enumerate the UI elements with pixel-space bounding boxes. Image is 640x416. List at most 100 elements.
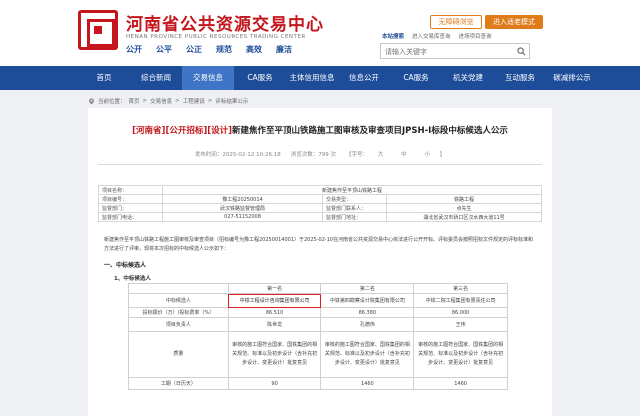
view-count: 浏览次数：799 次 xyxy=(290,152,337,158)
font-size-end: 】 xyxy=(439,152,446,158)
candidate-table: 第一名 第二名 第三名 中标候选人 中铁工程设计咨询集团有限公司 中铁第四勘察设… xyxy=(128,283,508,390)
font-size-switch: 【字号： 大 中 小 】 xyxy=(346,150,445,158)
search-box xyxy=(380,43,530,59)
breadcrumb: 当前位置： 首页 > 交易信息 > 工程建设 > 评标结果公示 xyxy=(88,97,248,105)
search-tab-project[interactable]: 进场项目查询 xyxy=(459,32,492,40)
breadcrumb-sep: > xyxy=(207,98,213,104)
period-3: 1460 xyxy=(413,377,508,390)
nav-party-building[interactable]: 机关党建 xyxy=(442,66,494,90)
nav-trade-info[interactable]: 交易信息 xyxy=(182,66,234,90)
phone-label: 监督部门电话： xyxy=(98,212,163,222)
article-meta: 发布时间：2025-02-12 10:26:18 浏览次数：799 次 【字号：… xyxy=(88,150,552,158)
leader-3: 王伟 xyxy=(413,317,508,332)
candidate-name-label: 中标候选人 xyxy=(128,293,229,308)
candidate-name-3: 中铁二院工程集团有限责任公司 xyxy=(413,293,508,308)
font-size-large[interactable]: 大 xyxy=(378,152,384,158)
search-icon[interactable] xyxy=(517,47,526,56)
slogan-item: 公开 xyxy=(126,45,142,54)
breadcrumb-sep: > xyxy=(142,98,148,104)
breadcrumb-home[interactable]: 首页 xyxy=(129,97,140,105)
candidate-name-1: 中铁工程设计咨询集团有限公司 xyxy=(227,293,322,308)
slogan-item: 公正 xyxy=(186,45,202,54)
elderly-mode-button[interactable]: 进入适老模式 xyxy=(485,15,543,29)
title-text: 新建焦作至平顶山铁路施工图审核及审查项目JPSH-Ⅰ标段中标候选人公示 xyxy=(232,126,508,136)
price-3: 86.000 xyxy=(413,307,508,318)
slogan-item: 廉洁 xyxy=(276,45,292,54)
font-size-small[interactable]: 小 xyxy=(424,152,430,158)
price-label: 投标报价（万）/投标费率（%） xyxy=(128,307,229,318)
quality-label: 质量 xyxy=(128,331,229,378)
breadcrumb-engineering[interactable]: 工程建设 xyxy=(183,97,205,105)
site-title: 河南省公共资源交易中心 xyxy=(126,15,324,35)
site-slogan: 公开 公平 公正 规范 高效 廉洁 xyxy=(126,44,292,55)
nav-credit-info[interactable]: 主体信用信息 xyxy=(286,66,338,90)
period-2: 1460 xyxy=(320,377,415,390)
phone-value: 027-51152008 xyxy=(162,212,323,222)
font-size-label: 【字号： xyxy=(346,152,369,158)
site-logo-icon[interactable] xyxy=(78,10,118,50)
candidate-name-2: 中铁第四勘察设计院集团有限公司 xyxy=(320,293,415,308)
rank-3: 第三名 xyxy=(413,283,508,294)
addr-label: 监督部门地址： xyxy=(322,212,387,222)
site-header: 河南省公共资源交易中心 HENAN PROVINCE PUBLIC RESOUR… xyxy=(0,0,640,66)
announcement-text: 新建焦作至平顶山铁路工程施工图审核及审查项目（招标编号为豫工程202500140… xyxy=(104,237,534,252)
period-label: 工期（日历天） xyxy=(128,377,229,390)
contact-label: 监督部门联系人： xyxy=(322,203,387,213)
search-tab-trade-library[interactable]: 进入交易库查询 xyxy=(412,32,451,40)
project-name-value: 新建焦作至平顶山铁路工程 xyxy=(162,185,542,195)
title-divider xyxy=(98,164,542,165)
breadcrumb-sep: > xyxy=(175,98,180,104)
price-2: 86.380 xyxy=(320,307,415,318)
slogan-item: 公平 xyxy=(156,45,172,54)
article-title: [河南省][公开招标][设计]新建焦作至平顶山铁路施工图审核及审查项目JPSH-… xyxy=(88,124,552,136)
main-nav: 首页 综合新闻 交易信息 CA服务 主体信用信息 信息公开 CA服务 机关党建 … xyxy=(0,66,640,90)
leader-label: 项目负责人 xyxy=(128,317,229,332)
section-heading: 一、中标候选人 xyxy=(104,262,147,269)
rank-1: 第一名 xyxy=(227,283,322,294)
trade-type-label: 交易类型： xyxy=(322,194,387,204)
search-tab-site[interactable]: 本站搜索 xyxy=(382,32,404,40)
article-panel: [河南省][公开招标][设计]新建焦作至平顶山铁路施工图审核及审查项目JPSH-… xyxy=(88,108,552,416)
contact-value: 点先生 xyxy=(386,203,542,213)
quality-3: 审核的施工图符合国家、国铁集团的相关规范、标准以及初步设计（含补充初步设计、变更… xyxy=(413,331,508,378)
nav-news[interactable]: 综合新闻 xyxy=(130,66,182,90)
slogan-item: 规范 xyxy=(216,45,232,54)
location-icon xyxy=(89,97,94,105)
period-1: 90 xyxy=(227,377,322,390)
title-tag-region: [河南省] xyxy=(132,126,166,136)
accessible-browse-button[interactable]: 无障碍浏览 xyxy=(430,15,482,29)
quality-1: 审核的施工图符合国家、国铁集团的相关规范、标准以及初步设计（含补充初步设计、变更… xyxy=(227,331,322,378)
font-size-medium[interactable]: 中 xyxy=(401,152,407,158)
breadcrumb-result[interactable]: 评标结果公示 xyxy=(215,97,248,105)
sub-section-heading: 1、中标候选人 xyxy=(114,276,151,282)
publish-date: 发布时间：2025-02-12 10:26:18 xyxy=(194,152,281,158)
nav-info-public[interactable]: 信息公开 xyxy=(338,66,390,90)
quality-2: 审核的施工图符合国家、国铁集团的相关规范、标准以及初步设计（含补充初步设计、变更… xyxy=(320,331,415,378)
title-tag-method: [公开招标] xyxy=(165,126,208,136)
breadcrumb-trade-info[interactable]: 交易信息 xyxy=(150,97,172,105)
project-no-label: 项目编号： xyxy=(98,194,163,204)
title-tag-type: [设计] xyxy=(207,126,232,136)
rank-label xyxy=(128,283,229,294)
project-name-label: 项目名称： xyxy=(98,185,163,195)
trade-type-value: 铁路工程 xyxy=(386,194,542,204)
project-no-value: 豫工程20250014 xyxy=(162,194,323,204)
project-info-table: 项目名称： 新建焦作至平顶山铁路工程 项目编号： 豫工程20250014 交易类… xyxy=(98,185,542,222)
nav-home[interactable]: 首页 xyxy=(78,66,130,90)
nav-ca-service-2[interactable]: CA服务 xyxy=(390,66,442,90)
search-input[interactable] xyxy=(385,46,513,57)
leader-1: 陈世龙 xyxy=(227,317,322,332)
slogan-item: 高效 xyxy=(246,45,262,54)
leader-2: 孔德伟 xyxy=(320,317,415,332)
nav-ca-service[interactable]: CA服务 xyxy=(234,66,286,90)
addr-value: 湖北省武汉市硚口区汉水西大道11号 xyxy=(386,212,542,222)
nav-carbon[interactable]: 碳减排公示 xyxy=(546,66,598,90)
nav-interactive[interactable]: 互动服务 xyxy=(494,66,546,90)
dept-value: 武汉铁路监督管理局 xyxy=(162,203,323,213)
rank-2: 第二名 xyxy=(320,283,415,294)
dept-label: 监督部门： xyxy=(98,203,163,213)
price-1: 86.510 xyxy=(227,307,322,318)
site-subtitle: HENAN PROVINCE PUBLIC RESOURCES TRADING … xyxy=(126,34,306,40)
search-tabs: 本站搜索 进入交易库查询 进场项目查询 xyxy=(382,32,492,40)
breadcrumb-label: 当前位置： xyxy=(98,99,126,105)
